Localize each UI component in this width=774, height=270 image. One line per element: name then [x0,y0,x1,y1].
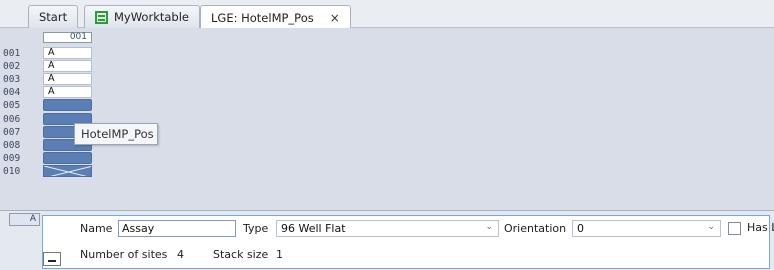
row-label: 003 [3,74,21,86]
tab-lge-hotelmp-pos[interactable]: LGE: HotelMP_Pos × [200,5,351,29]
close-icon[interactable]: × [330,11,340,25]
worktable-grid: 001 001 A 002 A 003 A 004 A 005 006 007 008 009 010 H… [0,28,774,210]
column-header: 001 [43,32,92,43]
stack-size-label: Stack size [213,248,269,261]
row-label: 010 [3,165,21,177]
sites-value: 4 [177,248,184,261]
crossed-site-icon [44,165,91,176]
stack-size-value: 1 [276,248,283,261]
name-field[interactable]: Assay [118,220,236,237]
site-tooltip: HotelMP_Pos [74,123,158,145]
site-cell[interactable]: A [43,60,92,73]
grid-row: 002 A [0,60,100,73]
grid-row: 009 [0,151,100,165]
name-label: Name [80,222,113,235]
row-label: 006 [3,113,21,125]
occupied-site-cell[interactable] [43,99,92,112]
tab-lge-label: LGE: HotelMP_Pos [211,10,314,25]
site-cell[interactable]: A [43,47,92,59]
labware-properties: Name Assay Type 96 Well Flat ⌄ Orientati… [42,215,774,269]
grid-row: 005 [0,99,100,112]
chevron-down-icon: ⌄ [485,222,493,232]
has-lid-label: Has Lid [747,221,774,234]
type-label: Type [243,222,269,235]
orientation-label: Orientation [504,222,567,235]
type-select-value: 96 Well Flat [281,222,346,235]
orientation-select-value: 0 [577,222,584,235]
site-cell[interactable]: A [43,86,92,99]
grid-row: 003 A [0,73,100,86]
site-cell[interactable]: A [43,73,92,86]
occupied-site-cell[interactable] [43,151,92,164]
type-select[interactable]: 96 Well Flat ⌄ [276,220,499,237]
blocked-site-cell[interactable] [43,164,92,177]
properties-panel: A Name Assay Type 96 Well Flat ⌄ Orienta… [0,210,774,270]
grid-row: 010 [0,164,100,178]
tab-start[interactable]: Start [28,5,79,28]
row-label: 004 [3,87,21,99]
tab-strip: Start MyWorktable LGE: HotelMP_Pos × [0,0,774,29]
tab-myworktable[interactable]: MyWorktable [84,5,200,28]
tab-start-label: Start [39,10,68,24]
tab-myworktable-label: MyWorktable [114,10,189,24]
worktable-icon [95,10,108,24]
collapse-button[interactable] [43,252,61,266]
has-lid-checkbox[interactable] [728,222,741,235]
sites-label: Number of sites [80,248,168,261]
row-label: 007 [3,126,21,138]
grid-row: 004 A [0,86,100,99]
row-label: 008 [3,139,21,151]
grid-row: 001 A [0,47,100,60]
row-label: 002 [3,61,21,73]
chevron-down-icon: ⌄ [707,222,715,232]
row-label: 009 [3,152,21,164]
row-label: 005 [3,100,21,112]
side-tab[interactable]: A [9,213,40,226]
orientation-select[interactable]: 0 ⌄ [572,220,721,237]
row-label: 001 [3,48,21,59]
